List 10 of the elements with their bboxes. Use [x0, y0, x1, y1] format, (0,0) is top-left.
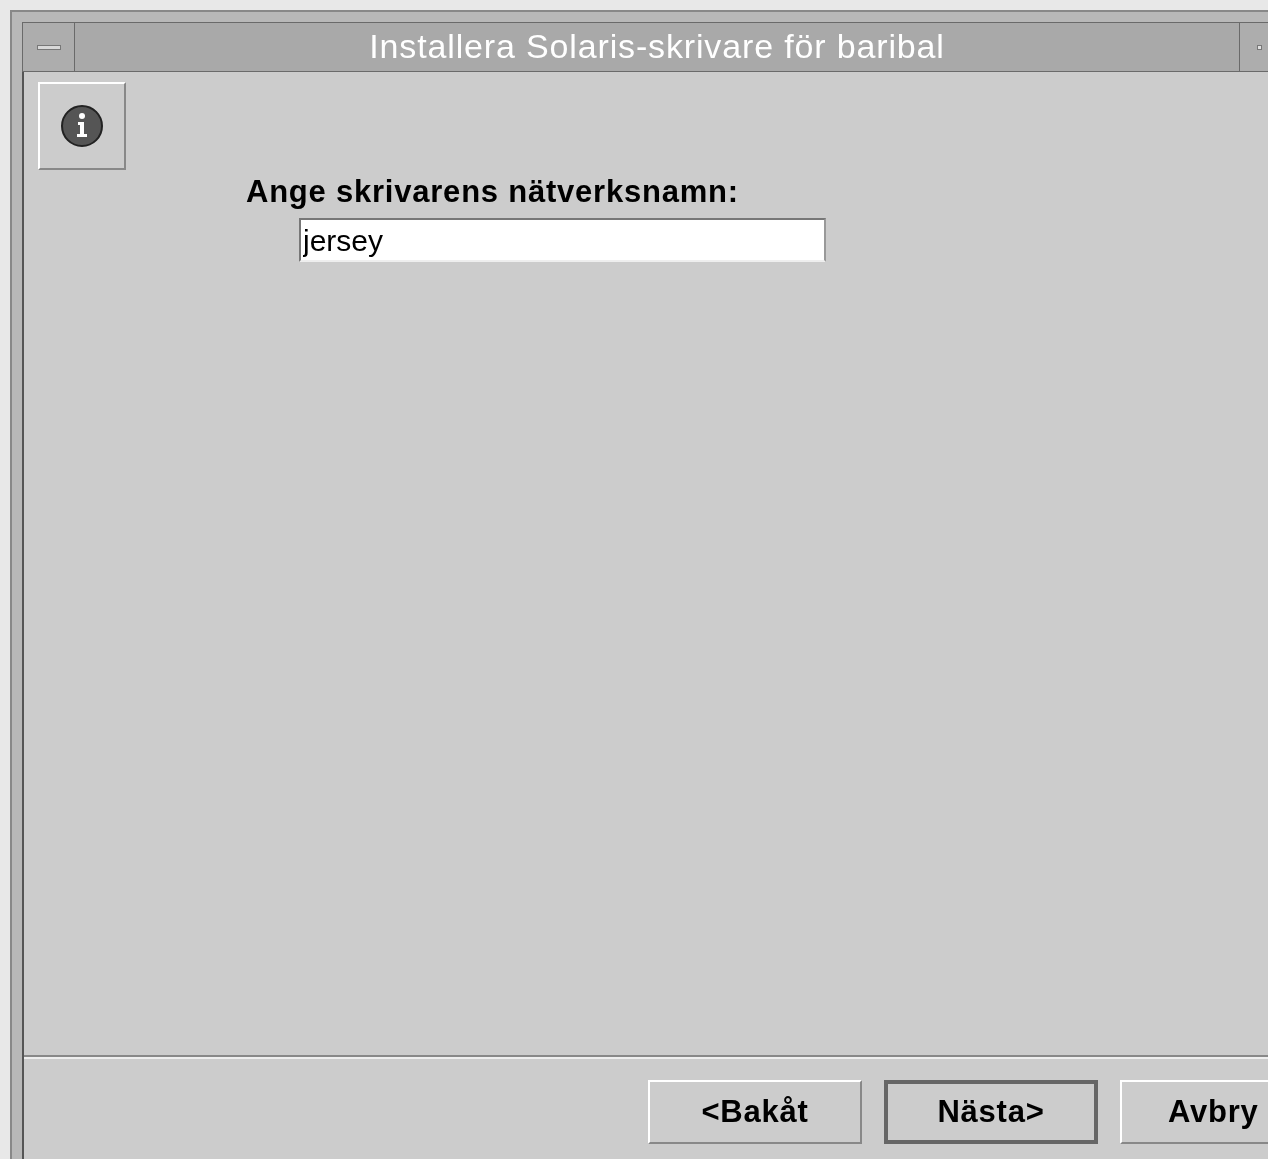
name-input-field[interactable]: jersey: [299, 218, 826, 262]
minus-icon: [36, 44, 61, 50]
wizard-button[interactable]: Nästa>: [884, 1080, 1098, 1144]
field-label: Ange skrivarens nätverksnamn:: [246, 173, 740, 211]
minimize-button[interactable]: [1239, 23, 1268, 71]
window-title: Installera Solaris-skrivare för baribal: [368, 26, 946, 67]
window-menu-button[interactable]: [23, 23, 75, 71]
wizard-button[interactable]: Avbry: [1120, 1080, 1268, 1144]
info-icon: [60, 104, 104, 148]
wizard-button[interactable]: <Bakåt: [648, 1080, 862, 1144]
